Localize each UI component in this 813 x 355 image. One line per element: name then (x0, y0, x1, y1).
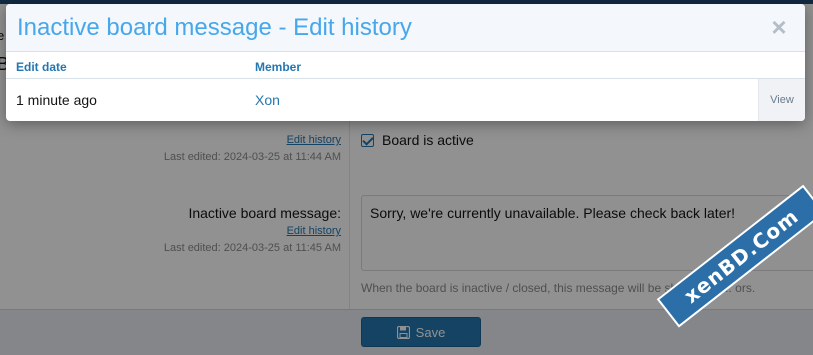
close-icon[interactable]: × (768, 14, 790, 40)
edit-date-cell: 1 minute ago (16, 92, 97, 108)
board-active-label: Board is active (382, 132, 474, 148)
last-edited-text: Last edited: 2024-03-25 at 11:44 AM (163, 151, 341, 163)
modal-title: Inactive board message - Edit history (17, 14, 412, 41)
save-button-label: Save (415, 324, 446, 340)
edge-text-fragment: e (0, 28, 5, 43)
column-header-member: Member (255, 60, 302, 74)
view-button[interactable]: View (758, 79, 805, 121)
form-column-divider (349, 120, 350, 310)
last-edited-text: Last edited: 2024-03-25 at 11:45 AM (163, 242, 341, 254)
member-link[interactable]: Xon (255, 92, 280, 108)
table-row: 1 minute ago Xon View (6, 78, 805, 121)
edit-history-modal: Inactive board message - Edit history × … (6, 4, 805, 121)
save-button[interactable]: Save (361, 317, 481, 347)
inactive-message-label: Inactive board message: (188, 205, 341, 221)
edit-history-link-board-active[interactable]: Edit history (287, 134, 341, 146)
modal-header: Inactive board message - Edit history × (6, 4, 805, 52)
column-header-edit-date: Edit date (16, 60, 67, 74)
save-icon (396, 325, 410, 339)
edit-history-link-inactive-message[interactable]: Edit history (287, 225, 341, 237)
board-active-option[interactable]: Board is active (361, 132, 474, 148)
board-active-checkbox[interactable] (361, 133, 374, 147)
